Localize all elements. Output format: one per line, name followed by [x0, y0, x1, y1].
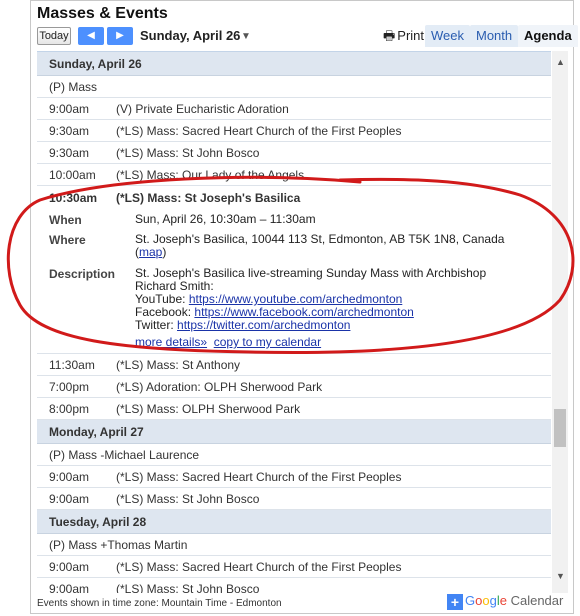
tab-agenda[interactable]: Agenda	[518, 25, 578, 47]
event-title: (*LS) Mass: OLPH Sherwood Park	[116, 402, 301, 416]
day-header-tuesday: Tuesday, April 28	[37, 510, 551, 534]
event-time: 7:00pm	[49, 380, 90, 394]
event-title: (*LS) Mass: Our Lady of the Angels	[116, 168, 305, 182]
event-title: (*LS) Mass: Sacred Heart Church of the F…	[116, 560, 402, 574]
event-row[interactable]: 9:00am (V) Private Eucharistic Adoration	[37, 98, 551, 120]
event-time: 9:00am	[49, 582, 90, 593]
google-calendar-badge[interactable]: + Google Calendar	[447, 591, 563, 611]
day-header-sunday: Sunday, April 26	[37, 52, 551, 76]
today-button[interactable]: Today	[37, 27, 71, 45]
where-label: Where	[49, 233, 86, 247]
print-button[interactable]: 🖶 Print	[383, 26, 424, 46]
current-date-label: Sunday, April 26	[140, 28, 241, 43]
scrollbar-thumb[interactable]	[554, 409, 566, 447]
event-time: 9:00am	[49, 560, 90, 574]
tab-week[interactable]: Week	[425, 25, 470, 47]
event-title: (*LS) Mass: St Anthony	[116, 358, 241, 372]
event-row[interactable]: 9:30am (*LS) Mass: St John Bosco	[37, 142, 551, 164]
prev-arrow-icon[interactable]: ◀	[78, 27, 104, 45]
event-row[interactable]: 9:00am (*LS) Mass: Sacred Heart Church of…	[37, 556, 551, 578]
twitter-link[interactable]: https://twitter.com/archedmonton	[177, 318, 350, 332]
next-arrow-icon[interactable]: ▶	[107, 27, 133, 45]
event-row[interactable]: 9:00am (*LS) Mass: St John Bosco	[37, 488, 551, 510]
event-row[interactable]: 11:30am (*LS) Mass: St Anthony	[37, 354, 551, 376]
expanded-event[interactable]: 10:30am (*LS) Mass: St Joseph's Basilica…	[37, 186, 551, 354]
event-time: 9:00am	[49, 470, 90, 484]
description-text: St. Joseph's Basilica live-streaming Sun…	[135, 266, 487, 280]
scroll-up-icon[interactable]: ▲	[556, 57, 565, 67]
where-value: St. Joseph's Basilica, 10044 113 St, Edm…	[135, 232, 505, 259]
twitter-label: Twitter:	[135, 318, 174, 332]
expanded-event-time: 10:30am	[49, 191, 98, 205]
event-row[interactable]: 10:00am (*LS) Mass: Our Lady of the Angel…	[37, 164, 551, 186]
event-title: (*LS) Mass: St John Bosco	[116, 492, 260, 506]
event-time: 8:00pm	[49, 402, 90, 416]
event-row[interactable]: 9:00am (*LS) Mass: Sacred Heart Church of…	[37, 466, 551, 488]
map-link[interactable]: map	[139, 245, 162, 259]
event-row[interactable]: 7:00pm (*LS) Adoration: OLPH Sherwood Par…	[37, 376, 551, 398]
event-time: 11:30am	[49, 358, 95, 372]
calendar-wordmark: Calendar	[510, 593, 564, 608]
plus-icon: +	[447, 593, 463, 610]
event-title: (*LS) Mass: St John Bosco	[116, 146, 260, 160]
allday-event[interactable]: (P) Mass +Thomas Martin	[37, 534, 551, 556]
event-row[interactable]: 8:00pm (*LS) Mass: OLPH Sherwood Park	[37, 398, 551, 420]
youtube-link[interactable]: https://www.youtube.com/archedmonton	[189, 292, 402, 306]
calendar-toolbar: Today ◀ ▶ Sunday, April 26 ▼ 🖶 Print Week…	[37, 25, 578, 47]
chevron-down-icon[interactable]: ▼	[241, 28, 251, 46]
printer-icon: 🖶	[383, 28, 396, 43]
day-header-monday: Monday, April 27	[37, 420, 551, 444]
description-label: Description	[49, 267, 116, 281]
event-title: (*LS) Mass: Sacred Heart Church of the F…	[116, 470, 402, 484]
event-title: (*LS) Adoration: OLPH Sherwood Park	[116, 380, 323, 394]
event-title: (V) Private Eucharistic Adoration	[116, 102, 289, 116]
calendar-title: Masses & Events	[37, 5, 168, 22]
when-value: Sun, April 26, 10:30am – 11:30am	[135, 212, 316, 226]
when-label: When	[49, 213, 82, 227]
allday-event[interactable]: (P) Mass -Michael Laurence	[37, 444, 551, 466]
event-time: 9:00am	[49, 492, 90, 506]
expanded-event-title[interactable]: (*LS) Mass: St Joseph's Basilica	[116, 191, 300, 205]
event-time: 9:30am	[49, 146, 90, 160]
facebook-label: Facebook:	[135, 305, 192, 319]
facebook-link[interactable]: https://www.facebook.com/archedmonton	[194, 305, 413, 319]
more-details-link[interactable]: more details»	[135, 335, 207, 349]
event-row[interactable]: 9:30am (*LS) Mass: Sacred Heart Church of…	[37, 120, 551, 142]
event-time: 10:00am	[49, 168, 96, 182]
event-time: 9:00am	[49, 102, 90, 116]
copy-to-calendar-link[interactable]: copy to my calendar	[214, 335, 321, 349]
timezone-note: Events shown in time zone: Mountain Time…	[37, 598, 282, 609]
event-title: (*LS) Mass: St John Bosco	[116, 582, 260, 593]
description-value: St. Joseph's Basilica live-streaming Sun…	[135, 267, 545, 332]
print-label: Print	[397, 28, 425, 43]
agenda-list: Sunday, April 26 (P) Mass 9:00am (V) Priv…	[37, 51, 551, 593]
event-title: (*LS) Mass: Sacred Heart Church of the F…	[116, 124, 402, 138]
youtube-label: YouTube:	[135, 292, 186, 306]
calendar-widget: Masses & Events Today ◀ ▶ Sunday, April …	[30, 0, 578, 614]
scroll-down-icon[interactable]: ▼	[556, 571, 565, 581]
where-address: St. Joseph's Basilica, 10044 113 St, Edm…	[135, 232, 505, 246]
google-wordmark: Google	[465, 593, 507, 608]
event-time: 9:30am	[49, 124, 90, 138]
vertical-scrollbar[interactable]: ▲ ▼	[552, 51, 568, 593]
description-text-2: Richard Smith:	[135, 279, 214, 293]
tab-month[interactable]: Month	[470, 25, 519, 47]
allday-event[interactable]: (P) Mass	[37, 76, 551, 98]
event-actions: more details» copy to my calendar	[135, 336, 321, 349]
